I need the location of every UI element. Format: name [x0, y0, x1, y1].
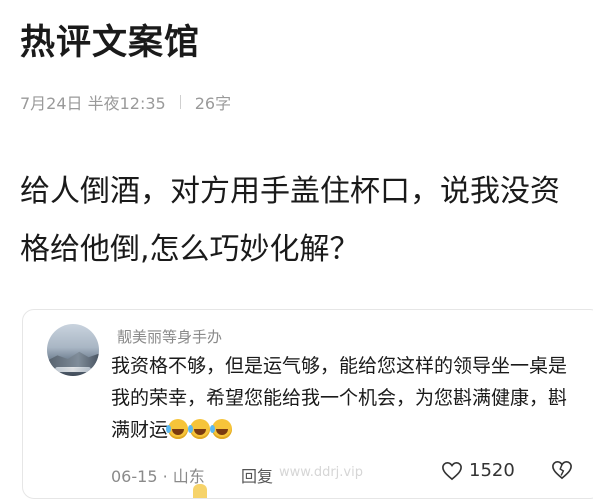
article-body: 给人倒酒，对方用手盖住杯口，说我没资格给他倒,怎么巧妙化解？ [20, 174, 560, 267]
heart-icon [442, 461, 462, 480]
broken-heart-icon [552, 460, 572, 480]
publish-date: 7月24日 半夜12:35 [20, 94, 166, 113]
comment-card[interactable]: 靓美丽等身手办 我资格不够，但是运气够，能给您这样的领导坐一桌是我的荣幸，希望您… [22, 309, 593, 499]
like-button[interactable]: 1520 [441, 460, 515, 481]
tears-of-joy-emoji-icon [166, 419, 189, 439]
comment-footer: 06-15 · 山东 回复 www.ddrj.vip 1520 [111, 460, 593, 486]
like-count: 1520 [469, 460, 515, 481]
watermark: www.ddrj.vip [279, 465, 363, 480]
comment-username[interactable]: 靓美丽等身手办 [117, 326, 222, 347]
reply-button[interactable]: 回复 [241, 463, 273, 487]
tears-of-joy-emoji-icon [188, 419, 211, 439]
avatar-light [55, 367, 91, 372]
article-title: 热评文案馆 [20, 23, 201, 63]
avatar-mountain [47, 351, 99, 368]
comment-date-location: 06-15 · 山东 [111, 467, 205, 486]
dislike-button[interactable] [551, 460, 573, 484]
emoji-group [166, 419, 234, 441]
meta-divider [179, 95, 181, 109]
article-meta: 7月24日 半夜12:35 26字 [20, 90, 231, 114]
comment-text: 我资格不够，但是运气够，能给您这样的领导坐一桌是我的荣幸，希望您能给我一个机会，… [111, 350, 581, 446]
avatar[interactable] [47, 324, 99, 376]
tears-of-joy-emoji-icon [210, 419, 233, 439]
word-count: 26字 [194, 94, 232, 113]
